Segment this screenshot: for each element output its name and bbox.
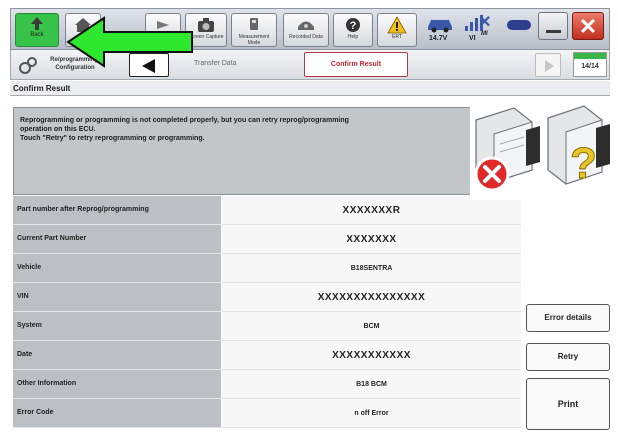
meter-icon	[250, 18, 258, 30]
message-text: Reprogramming or programming is not comp…	[20, 117, 349, 142]
table-row: System BCM	[13, 312, 521, 341]
close-button[interactable]: ✕	[572, 12, 604, 40]
reprogramming-gear-icon	[19, 57, 37, 74]
table-row: Vehicle B18SENTRA	[13, 254, 521, 283]
row-value: XXXXXXXXXXXXXXX	[222, 283, 521, 311]
help-icon: ?	[346, 18, 360, 32]
back-button-label: Back	[30, 32, 44, 38]
row-value: B18 BCM	[222, 370, 521, 398]
ecu-error-icon: ?	[470, 100, 610, 200]
error-details-button[interactable]: Error details	[526, 304, 610, 332]
vi-status: VI	[469, 35, 476, 42]
annotation-arrow-icon	[66, 16, 193, 68]
table-row: VIN XXXXXXXXXXXXXXX	[13, 283, 521, 312]
back-arrow-icon	[31, 17, 43, 30]
mi-disconnected-icon: ✕	[478, 14, 492, 31]
ert-button[interactable]: ERT	[377, 13, 417, 47]
table-row: Other Information B18 BCM	[13, 370, 521, 399]
retry-button[interactable]: Retry	[526, 343, 610, 371]
mi-status: MI	[481, 31, 488, 37]
measurement-mode-button[interactable]: Measurement Mode	[231, 13, 277, 47]
svg-text:?: ?	[570, 139, 597, 188]
row-label: Vehicle	[13, 254, 221, 282]
recorded-data-button[interactable]: Recorded Data	[283, 13, 329, 47]
back-button[interactable]: Back	[15, 13, 59, 47]
row-label: Error Code	[13, 399, 221, 427]
row-value: XXXXXXXXXXX	[222, 341, 521, 369]
help-button[interactable]: ? Help	[333, 13, 373, 47]
ert-label: ERT	[392, 34, 402, 40]
row-value: XXXXXXX	[222, 225, 521, 253]
table-row: Current Part Number XXXXXXX	[13, 225, 521, 254]
connection-indicator	[507, 20, 531, 30]
table-row: Date XXXXXXXXXXX	[13, 341, 521, 370]
svg-text:?: ?	[350, 20, 357, 32]
recorded-data-label: Recorded Data	[289, 34, 323, 40]
row-label: Part number after Reprog/programming	[13, 196, 221, 224]
row-value: n off Error	[222, 399, 521, 427]
row-label: Other Information	[13, 370, 221, 398]
ecu-question-icon: ?	[547, 105, 610, 189]
row-label: Current Part Number	[13, 225, 221, 253]
row-value: XXXXXXXR	[222, 196, 521, 224]
help-label: Help	[347, 34, 359, 40]
section-title: Confirm Result	[10, 81, 610, 96]
message-box: Reprogramming or programming is not comp…	[13, 107, 521, 195]
next-step-button[interactable]	[535, 53, 561, 77]
row-value: BCM	[222, 312, 521, 340]
print-button[interactable]: Print	[526, 378, 610, 430]
row-value: B18SENTRA	[222, 254, 521, 282]
row-label: System	[13, 312, 221, 340]
step-confirm-result: Confirm Result	[304, 52, 408, 77]
page-counter: 14/14	[573, 52, 607, 77]
measurement-mode-label: Measurement Mode	[238, 34, 270, 46]
row-label: Date	[13, 341, 221, 369]
recorded-data-icon	[298, 21, 314, 30]
result-table: Part number after Reprog/programming XXX…	[13, 196, 521, 428]
camera-icon	[198, 18, 214, 32]
vehicle-icon	[428, 20, 452, 33]
table-row: Part number after Reprog/programming XXX…	[13, 196, 521, 225]
warning-icon	[387, 16, 407, 34]
error-x-icon	[474, 156, 510, 192]
row-label: VIN	[13, 283, 221, 311]
step-transfer-data: Transfer Data	[194, 60, 237, 67]
battery-voltage: 14.7V	[429, 35, 448, 42]
table-row: Error Code n off Error	[13, 399, 521, 428]
minimize-button[interactable]	[538, 12, 568, 40]
